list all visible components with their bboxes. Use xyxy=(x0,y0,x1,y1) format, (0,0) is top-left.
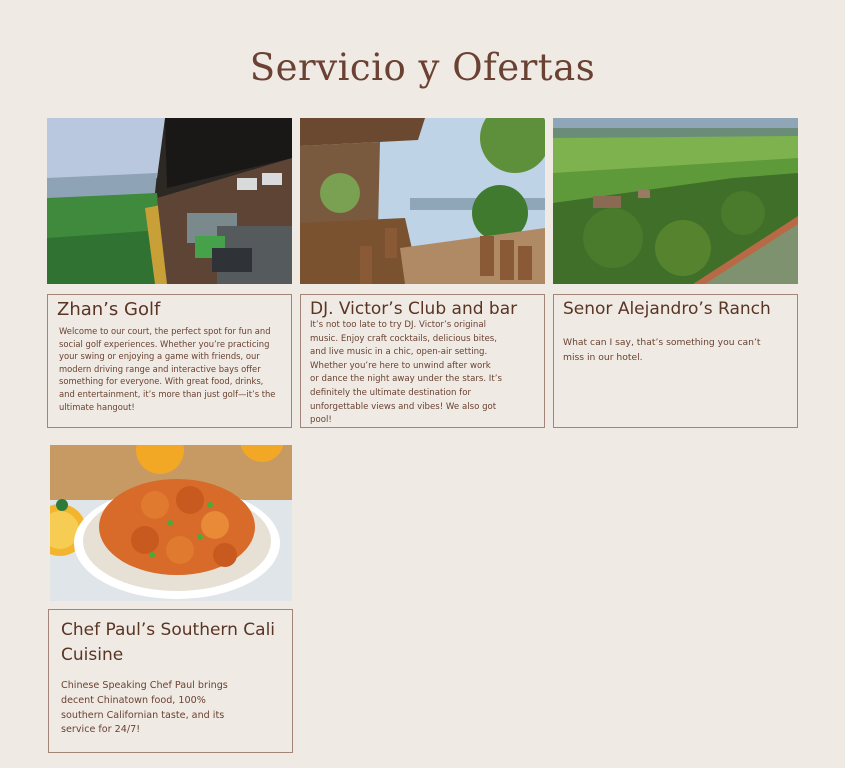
golf-image xyxy=(47,118,292,284)
chef-card: Chef Paul’s Southern Cali Cuisine Chines… xyxy=(48,609,293,753)
page-title: Servicio y Ofertas xyxy=(249,46,596,89)
golf-card-description: Welcome to our court, the perfect spot f… xyxy=(59,326,276,412)
club-bar-card: DJ. Victor’s Club and bar It’s not too l… xyxy=(300,294,545,428)
chef-food-image xyxy=(50,445,292,601)
club-bar-card-description: It’s not too late to try DJ. Victor’s or… xyxy=(310,320,502,426)
ranch-card-title: Senor Alejandro’s Ranch xyxy=(563,299,771,319)
club-bar-image xyxy=(300,118,545,284)
club-bar-card-title: DJ. Victor’s Club and bar xyxy=(310,299,518,319)
golf-card: Zhan’s Golf Welcome to our court, the pe… xyxy=(47,294,292,428)
chef-card-title: Chef Paul’s Southern Cali Cuisine xyxy=(61,620,276,665)
ranch-card: Senor Alejandro’s Ranch What can I say, … xyxy=(553,294,798,428)
chef-card-description: Chinese Speaking Chef Paul brings decent… xyxy=(61,680,228,736)
ranch-image xyxy=(553,118,798,284)
golf-card-title: Zhan’s Golf xyxy=(57,299,161,320)
ranch-card-description: What can I say, that’s something you can… xyxy=(563,337,761,363)
